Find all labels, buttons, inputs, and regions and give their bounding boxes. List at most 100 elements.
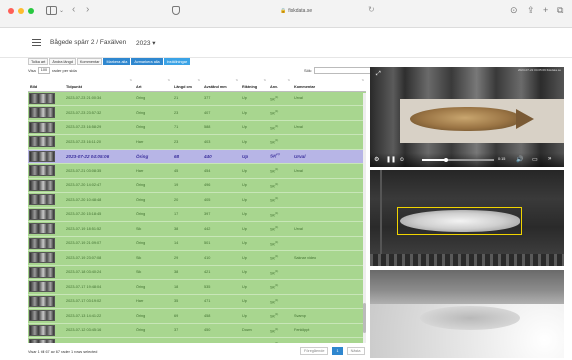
table-row[interactable]: 2023-07-20 14:02:47 Öring 19 496 Up SK(1) <box>28 178 366 193</box>
table-row[interactable]: 2023-07-19 18:51:52 Sik 38 442 Up SK(1) Urval <box>28 221 366 237</box>
download-icon[interactable]: ⊙ <box>510 5 518 15</box>
address-bar[interactable]: 🔒 fiskdata.se <box>280 8 312 14</box>
fish-thumbnail[interactable] <box>29 208 55 220</box>
andra-langd-button[interactable]: Ändra längd <box>49 58 76 65</box>
table-cell: Up <box>240 207 268 222</box>
cell-text: 407 <box>204 110 211 115</box>
fish-thumbnail[interactable] <box>29 150 55 162</box>
sidebar-toggle-icon[interactable] <box>46 6 57 15</box>
privacy-shield-icon[interactable] <box>172 6 180 15</box>
skip-forward-icon[interactable]: » <box>548 156 551 162</box>
fullscreen-icon[interactable]: ⤢ <box>376 71 381 78</box>
rows-per-page-label: rader per sida <box>52 68 77 73</box>
kommentar-button[interactable]: Kommentar <box>76 58 103 65</box>
markera-alla-button[interactable]: Markera alla <box>103 58 131 65</box>
table-row[interactable]: 2023-07-17 19:48:04 Öring 18 535 Up SK(1) <box>28 279 366 295</box>
pause-icon[interactable]: ❚❚ <box>386 156 396 163</box>
fish-thumbnail[interactable] <box>29 121 55 133</box>
table-row[interactable]: 2023-07-23 16:11:20 Harr 23 403 Up SK(1) <box>28 134 366 150</box>
column-header[interactable]: Avstånd mm ⇅ <box>202 75 240 92</box>
table-cell: 2023-07-19 21:09:07 <box>64 236 134 251</box>
table-row[interactable]: 2023-07-17 03:19:02 Harr 35 471 Up SK(1) <box>28 294 366 309</box>
speed-icon[interactable]: ⏲ <box>400 157 404 163</box>
table-row[interactable]: 2023-07-12 03:45:16 Öring 37 450 Down SK(1) Fe… <box>28 323 366 338</box>
minimize-window-button[interactable] <box>18 8 24 14</box>
column-header[interactable]: Kommentar ⇅ <box>292 75 366 92</box>
reload-icon[interactable]: ↻ <box>368 5 375 14</box>
fish-thumbnail[interactable] <box>29 237 55 249</box>
cell-text: 38 <box>174 226 179 231</box>
sort-icon[interactable]: ⇅ <box>167 78 170 82</box>
sort-icon[interactable]: ⇅ <box>235 78 238 82</box>
table-row[interactable]: 2023-07-20 15:18:45 Öring 17 397 Up SK(1) <box>28 207 366 222</box>
column-header[interactable]: Bild <box>28 75 64 92</box>
column-header[interactable]: Riktning ⇅ <box>240 75 268 92</box>
table-row[interactable]: 2023-07-23 23:57:32 Öring 23 407 Up SK(1) <box>28 105 366 121</box>
volume-icon[interactable]: 🔊 <box>516 156 523 163</box>
table-row[interactable]: 2023-07-21 03:08:35 Harr 45 454 Up SK(1) Urval <box>28 163 366 179</box>
zoom-window-button[interactable] <box>28 8 34 14</box>
year-select[interactable]: 2023 ▾ <box>136 39 156 47</box>
fish-thumbnail[interactable] <box>29 165 55 177</box>
table-row[interactable]: 2023-07-19 23:07:08 Sik 29 410 Up SK(1) Saknar… <box>28 250 366 266</box>
column-header-label: Anv. <box>270 84 278 89</box>
fish-thumbnail[interactable] <box>29 179 55 191</box>
cell-text: Up <box>242 168 247 173</box>
video-player[interactable]: 2023-07-22 04:05:09 fiskdata.se ⤢ ⚙ ❚❚ ⏲… <box>370 67 564 167</box>
thumbnail-cell <box>28 236 64 251</box>
share-icon[interactable]: ⇪ <box>527 5 535 15</box>
scrollbar-thumb[interactable] <box>363 303 366 333</box>
table-row[interactable]: 2023-07-18 03:40:24 Sik 38 421 Up SK(1) <box>28 265 366 280</box>
table-cell <box>292 178 366 193</box>
table-row[interactable]: 2023-07-20 10:48:48 Öring 20 405 Up SK(1) <box>28 192 366 208</box>
fish-thumbnail[interactable] <box>29 295 55 307</box>
column-header[interactable]: Tidpunkt ⇅ <box>64 75 134 92</box>
tolka-art-button[interactable]: Tolka art <box>28 58 49 65</box>
chevron-down-icon[interactable]: ⌄ <box>59 7 64 14</box>
fish-thumbnail[interactable] <box>29 252 55 264</box>
back-icon[interactable]: ‹ <box>72 4 75 16</box>
fish-thumbnail[interactable] <box>29 136 55 148</box>
gate-grid <box>370 254 564 266</box>
table-row[interactable]: 2023-07-13 14:41:22 Öring 69 458 Up SK(1) Svam… <box>28 308 366 324</box>
fish-thumbnail[interactable] <box>29 324 55 336</box>
table-row[interactable]: 2023-07-23 21:00:34 Öring 21 377 Up SK(1) Urva… <box>28 91 366 106</box>
table-row[interactable]: 2023-07-13 11:03:18Öring31451DownSK(1) <box>28 337 366 343</box>
sort-icon[interactable]: ⇅ <box>361 78 364 82</box>
fish-thumbnail[interactable] <box>29 281 55 293</box>
column-header[interactable]: Anv. ⇅ <box>268 75 292 92</box>
sort-icon[interactable]: ⇅ <box>197 78 200 82</box>
table-row[interactable]: 2023-07-23 16:58:29 Öring 71 588 Up SK(1) Urva… <box>28 120 366 135</box>
fish-thumbnail[interactable] <box>29 92 55 104</box>
avmarkera-alla-button[interactable]: Avmarkera alla <box>131 58 163 65</box>
sort-icon[interactable]: ⇅ <box>287 78 290 82</box>
cast-icon[interactable]: ▭ <box>532 156 538 163</box>
sort-icon[interactable]: ⇅ <box>129 78 132 82</box>
sort-icon[interactable]: ⇅ <box>263 78 266 82</box>
fish-thumbnail[interactable] <box>29 107 55 119</box>
footnote-mark: (1) <box>275 197 279 201</box>
page-1-button[interactable]: 1 <box>332 347 343 355</box>
close-window-button[interactable] <box>8 8 14 14</box>
video-progress-bar[interactable] <box>422 159 494 161</box>
page-size-select[interactable]: 100 <box>37 67 51 74</box>
column-header[interactable]: Art ⇅ <box>134 75 172 92</box>
installningar-button[interactable]: Inställningar <box>163 58 191 65</box>
table-row[interactable]: 2023-07-22 04:05:06 Öring 68 440 Up SK(1) Urva… <box>28 149 366 164</box>
new-tab-icon[interactable]: + <box>543 5 548 15</box>
settings-icon[interactable]: ⚙ <box>374 156 379 163</box>
next-page-button[interactable]: Nästa <box>346 347 365 355</box>
column-header[interactable]: Längd cm ⇅ <box>172 75 202 92</box>
menu-icon[interactable] <box>32 39 41 46</box>
previous-page-button[interactable]: Föregående <box>300 347 329 355</box>
fish-thumbnail[interactable] <box>29 310 55 322</box>
fish-thumbnail[interactable] <box>29 194 55 206</box>
progress-handle[interactable] <box>444 157 448 162</box>
fish-thumbnail[interactable] <box>29 223 55 235</box>
tab-overview-icon[interactable]: ⧉ <box>557 5 563 15</box>
forward-icon[interactable]: › <box>86 4 89 16</box>
fish-thumbnail[interactable] <box>29 339 55 343</box>
fish-thumbnail[interactable] <box>29 266 55 278</box>
table-scrollbar[interactable] <box>363 93 366 343</box>
table-row[interactable]: 2023-07-19 21:09:07 Öring 14 501 Up SK(1) <box>28 236 366 251</box>
